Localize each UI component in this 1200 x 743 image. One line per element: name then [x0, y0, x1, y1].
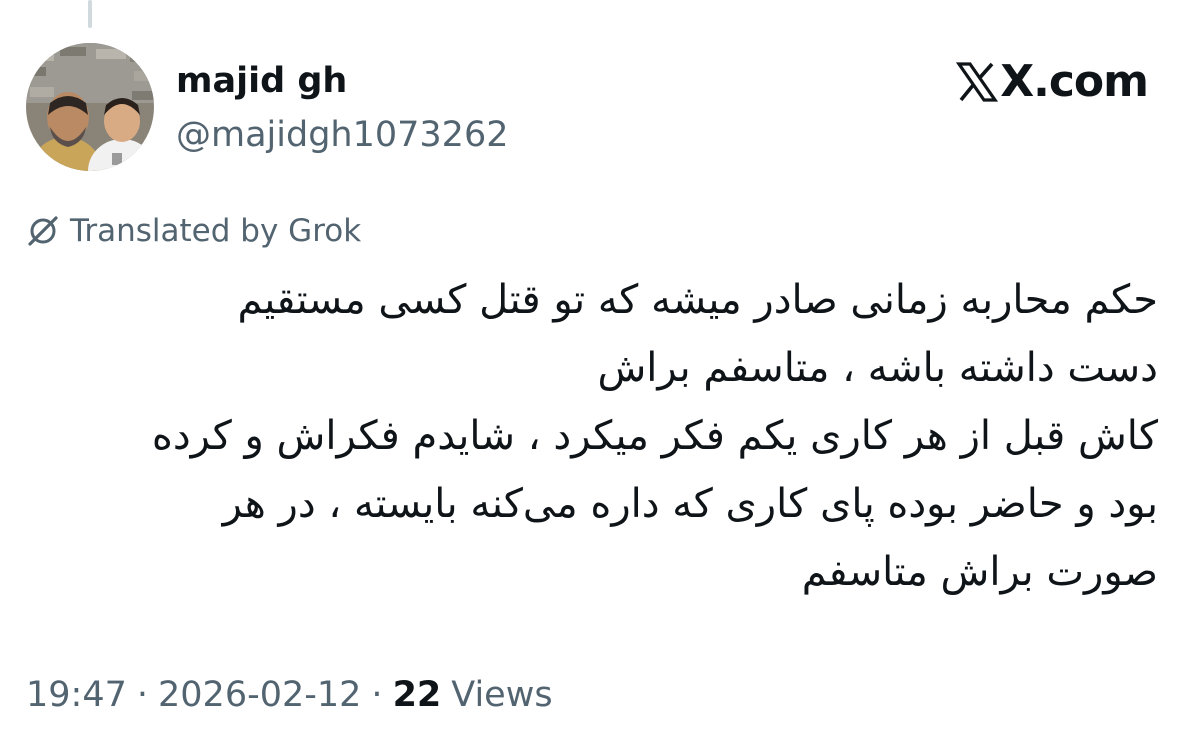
author-handle[interactable]: @majidgh1073262	[176, 112, 508, 158]
thread-connector-line	[88, 0, 92, 28]
translation-notice[interactable]: Translated by Grok	[26, 208, 361, 254]
tweet-text-line: کاش قبل از هر کاری یکم فکر میکرد ، شایدم…	[151, 413, 1158, 459]
site-label: X.com	[956, 54, 1149, 110]
tweet-date[interactable]: 2026-02-12	[158, 670, 361, 720]
x-logo-icon	[956, 62, 999, 102]
meta-separator: ·	[136, 675, 149, 715]
meta-separator: ·	[371, 675, 383, 715]
tweet-text-line: بود و حاضر بوده پای کاری که داره می‌کنه …	[222, 481, 1158, 527]
tweet-time[interactable]: 19:47	[26, 670, 127, 720]
tweet-text-line: دست داشته باشه ، متاسفم براش	[597, 345, 1158, 391]
tweet-text: حکم محاربه زمانی صادر میشه که تو قتل کسی…	[80, 266, 1158, 606]
views-label: Views	[451, 675, 553, 715]
grok-icon	[28, 216, 58, 246]
site-label-text: X.com	[1000, 56, 1149, 107]
views-count[interactable]: 22	[393, 670, 442, 720]
author-display-name[interactable]: majid gh	[176, 58, 347, 104]
avatar[interactable]	[26, 43, 154, 171]
tweet-metadata: 19:47 · 2026-02-12 · 22 Views	[26, 670, 553, 720]
tweet-text-line: حکم محاربه زمانی صادر میشه که تو قتل کسی…	[237, 277, 1158, 323]
translation-label: Translated by Grok	[70, 213, 362, 249]
tweet-text-line: صورت براش متاسفم	[801, 549, 1158, 595]
avatar-image	[26, 43, 154, 171]
